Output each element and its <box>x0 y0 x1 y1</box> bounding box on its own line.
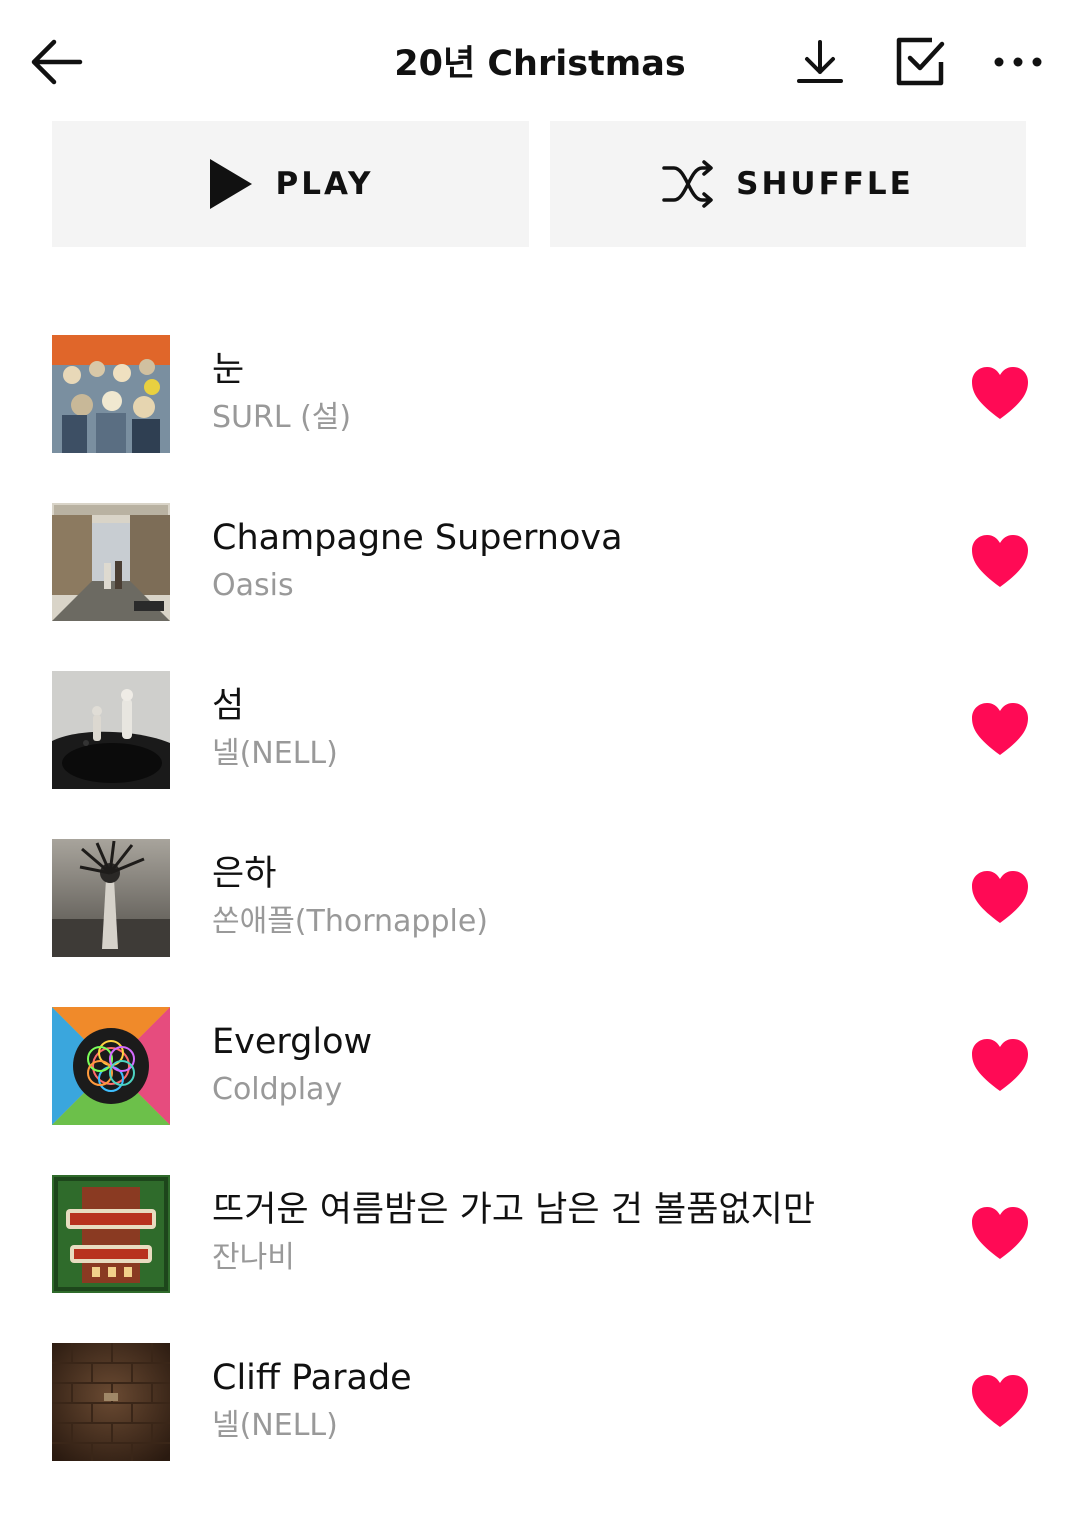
heart-icon[interactable] <box>970 869 1030 925</box>
top-bar: 20년 Christmas <box>0 0 1079 120</box>
track-title: Cliff Parade <box>212 1358 412 1398</box>
track-title: 눈 <box>212 350 245 390</box>
track-artist: Oasis <box>212 568 294 603</box>
more-horizontal-icon <box>994 57 1042 67</box>
track-title: Champagne Supernova <box>212 518 623 558</box>
select-button[interactable] <box>888 30 952 94</box>
album-cover <box>52 839 170 957</box>
album-cover <box>52 335 170 453</box>
track-title: 뜨거운 여름밤은 가고 남은 건 볼품없지만 <box>212 1190 816 1230</box>
play-label: PLAY <box>275 166 374 202</box>
play-icon <box>209 159 252 209</box>
heart-icon[interactable] <box>970 1205 1030 1261</box>
track-artist: 넬(NELL) <box>212 1408 338 1443</box>
track-row[interactable]: 눈 SURL (설) <box>0 335 1079 453</box>
track-artist: 잔나비 <box>212 1240 295 1275</box>
heart-icon[interactable] <box>970 533 1030 589</box>
track-title: Everglow <box>212 1022 373 1062</box>
album-cover <box>52 1175 170 1293</box>
heart-icon[interactable] <box>970 701 1030 757</box>
shuffle-button[interactable]: SHUFFLE <box>550 121 1026 247</box>
track-row[interactable]: Cliff Parade 넬(NELL) <box>0 1343 1079 1461</box>
track-row[interactable]: 은하 쏜애플(Thornapple) <box>0 839 1079 957</box>
heart-icon[interactable] <box>970 1373 1030 1429</box>
track-row[interactable]: Everglow Coldplay <box>0 1007 1079 1125</box>
arrow-left-icon <box>31 39 83 85</box>
playlist-title: 20년 Christmas <box>394 44 686 84</box>
track-artist: 쏜애플(Thornapple) <box>212 904 488 939</box>
play-button[interactable]: PLAY <box>52 121 529 247</box>
album-cover <box>52 671 170 789</box>
heart-icon[interactable] <box>970 365 1030 421</box>
heart-icon[interactable] <box>970 1037 1030 1093</box>
track-title: 은하 <box>212 854 277 894</box>
track-title: 섬 <box>212 686 245 726</box>
checkbox-icon <box>896 37 945 86</box>
shuffle-icon <box>662 160 713 208</box>
download-icon <box>797 40 843 83</box>
track-artist: SURL (설) <box>212 400 352 435</box>
download-button[interactable] <box>788 30 852 94</box>
album-cover <box>52 503 170 621</box>
track-artist: Coldplay <box>212 1072 343 1107</box>
track-row[interactable]: Champagne Supernova Oasis <box>0 503 1079 621</box>
more-button[interactable] <box>986 30 1050 94</box>
back-button[interactable] <box>22 30 90 94</box>
track-row[interactable]: 섬 넬(NELL) <box>0 671 1079 789</box>
track-row[interactable]: 뜨거운 여름밤은 가고 남은 건 볼품없지만 잔나비 <box>0 1175 1079 1293</box>
shuffle-label: SHUFFLE <box>736 166 914 202</box>
album-cover <box>52 1343 170 1461</box>
track-artist: 넬(NELL) <box>212 736 338 771</box>
album-cover <box>52 1007 170 1125</box>
